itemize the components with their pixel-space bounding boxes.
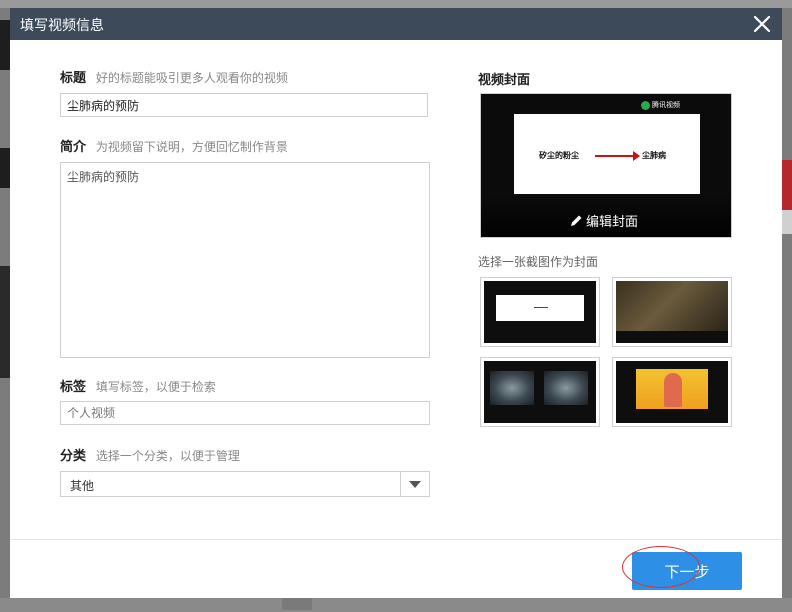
tags-input[interactable] (60, 401, 430, 425)
footer-divider (10, 539, 782, 540)
intro-label-row: 简介 为视频留下说明，方便回忆制作背景 (60, 136, 288, 155)
cover-slide: 矽尘的粉尘 尘肺病 (514, 114, 700, 194)
background-topbar (0, 0, 792, 8)
background-bottom-strip (0, 598, 792, 612)
cover-heading: 视频封面 (478, 73, 531, 88)
choose-screenshot-label: 选择一张截图作为封面 (478, 255, 599, 269)
dialog-header: 填写视频信息 (10, 8, 782, 40)
background-left-strip (0, 8, 10, 612)
close-icon (753, 15, 771, 33)
category-label-row: 分类 选择一个分类，以便于管理 (60, 445, 240, 464)
category-hint: 选择一个分类，以便于管理 (95, 449, 240, 463)
category-label: 分类 (60, 449, 87, 464)
screenshot-thumbnail-4[interactable] (612, 357, 732, 427)
screenshot-thumbnail-2[interactable] (612, 277, 732, 347)
tags-label: 标签 (60, 380, 87, 395)
intro-hint: 为视频留下说明，方便回忆制作背景 (95, 140, 288, 154)
watermark-text: 腾讯视频 (652, 101, 680, 109)
edit-cover-label: 编辑封面 (586, 215, 639, 230)
video-info-dialog: 填写视频信息 标题 好的标题能吸引更多人观看你的视频 简介 为视频留下说明，方便… (10, 8, 782, 598)
category-dropdown-toggle[interactable] (400, 472, 429, 496)
slide-text-left: 矽尘的粉尘 (539, 151, 579, 160)
slide-arrow (595, 151, 640, 161)
slide-text-right: 尘肺病 (642, 151, 666, 160)
title-hint: 好的标题能吸引更多人观看你的视频 (95, 71, 288, 85)
close-button[interactable] (750, 12, 774, 36)
title-label-row: 标题 好的标题能吸引更多人观看你的视频 (60, 67, 288, 86)
chevron-down-icon (409, 481, 421, 488)
category-selected-value: 其他 (70, 479, 95, 493)
category-select[interactable]: 其他 (60, 471, 430, 497)
background-right-strip (782, 8, 792, 612)
intro-label: 简介 (60, 140, 87, 155)
next-step-button[interactable]: 下一步 (632, 552, 742, 590)
screenshot-thumbnail-3[interactable] (480, 357, 600, 427)
edit-cover-button[interactable]: 编辑封面 (569, 211, 638, 230)
pencil-icon (571, 215, 582, 226)
dialog-title: 填写视频信息 (20, 18, 104, 34)
screenshot-thumbnail-1[interactable] (480, 277, 600, 347)
intro-textarea[interactable]: 尘肺病的预防 (60, 162, 430, 358)
tags-label-row: 标签 填写标签，以便于检索 (60, 376, 216, 395)
title-label: 标题 (60, 71, 87, 86)
cover-preview: 腾讯视频 矽尘的粉尘 尘肺病 编辑封面 (480, 93, 732, 238)
title-input[interactable] (60, 93, 428, 117)
tencent-video-logo: 腾讯视频 (641, 100, 680, 110)
tags-hint: 填写标签，以便于检索 (95, 380, 216, 394)
